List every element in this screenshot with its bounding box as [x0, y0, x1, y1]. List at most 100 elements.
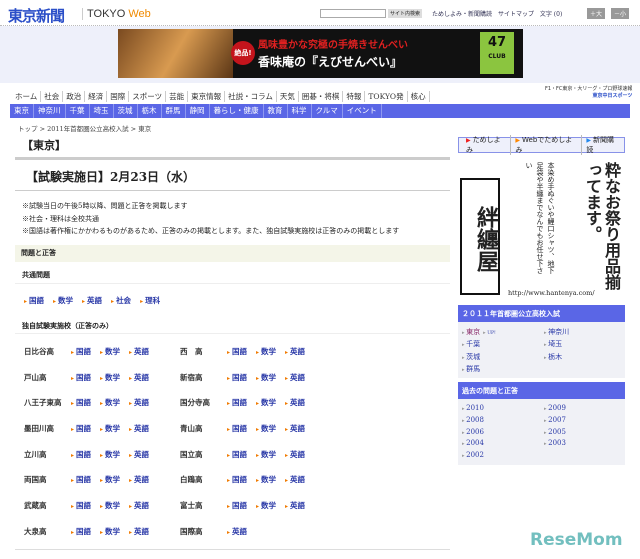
subject-link[interactable]: 英語 [285, 372, 305, 383]
nav-item[interactable]: 経済 [85, 91, 108, 102]
subject-link[interactable]: 英語 [129, 449, 149, 460]
subject-link[interactable]: 英語 [129, 346, 149, 357]
prefecture-link[interactable]: 埼玉 [544, 339, 624, 349]
subject-link[interactable]: 英語 [285, 449, 305, 460]
subject-link[interactable]: 数学 [100, 449, 120, 460]
subject-link[interactable]: 数学 [256, 423, 276, 434]
subject-link[interactable]: 数学 [100, 372, 120, 383]
subject-link[interactable]: 国語 [71, 474, 91, 485]
region-nav-item[interactable]: 群馬 [162, 104, 186, 118]
subject-link[interactable]: 英語 [82, 295, 102, 306]
nav-item[interactable]: 社会 [41, 91, 64, 102]
year-link[interactable]: 2002 [462, 451, 544, 461]
sitemap-link[interactable]: サイトマップ [498, 11, 534, 18]
subject-link[interactable]: 国語 [227, 449, 247, 460]
prefecture-link[interactable]: 群馬 [462, 364, 544, 374]
region-nav-item[interactable]: 茨城 [114, 104, 138, 118]
font-smaller-button[interactable]: －小 [611, 8, 630, 19]
subject-link[interactable]: 国語 [227, 423, 247, 434]
region-nav-item[interactable]: 教育 [264, 104, 288, 118]
subject-link[interactable]: 英語 [227, 526, 247, 537]
site-search-input[interactable] [320, 9, 386, 18]
prefecture-link[interactable]: 千葉 [462, 339, 544, 349]
nav-item[interactable]: 核心 [408, 91, 430, 102]
subject-link[interactable]: 英語 [285, 397, 305, 408]
subject-link[interactable]: 国語 [227, 500, 247, 511]
subject-link[interactable]: 国語 [227, 474, 247, 485]
hantenya-ad[interactable]: 絆纏屋 本染め手ぬぐいや鯉口シャツ、地下足袋や半纏までなんでもお任せ下さい 粋な… [458, 162, 625, 301]
nav-item[interactable]: TOKYO発 [365, 91, 408, 102]
region-nav-item[interactable]: イベント [343, 104, 382, 118]
region-nav-item[interactable]: 東京 [10, 104, 34, 118]
breadcrumb[interactable]: トップ > 2011年首都圏公立高校入試 > 東京 [18, 123, 151, 133]
subject-link[interactable]: 英語 [285, 423, 305, 434]
subject-link[interactable]: 英語 [129, 423, 149, 434]
year-link[interactable]: 2003 [544, 439, 624, 449]
prefecture-link[interactable]: 茨城 [462, 352, 544, 362]
nav-item[interactable]: 囲碁・将棋 [299, 91, 344, 102]
banner-ad[interactable]: 絶品! 風味豊かな究極の手焼きせんべい 香味庵の『えびせんべい』 47 CLUB [118, 29, 523, 78]
region-nav-item[interactable]: 千葉 [66, 104, 90, 118]
subject-link[interactable]: 社会 [111, 295, 131, 306]
year-link[interactable]: 2008 [462, 416, 544, 426]
nav-item[interactable]: 社説・コラム [225, 91, 277, 102]
subject-link[interactable]: 数学 [100, 423, 120, 434]
subject-link[interactable]: 数学 [256, 346, 276, 357]
tokyo-shimbun-logo[interactable]: 東京新聞 [8, 5, 65, 26]
tokyo-web-logo[interactable]: TOKYO Web [82, 8, 151, 20]
subject-link[interactable]: 数学 [100, 474, 120, 485]
subject-link[interactable]: 数学 [100, 397, 120, 408]
subject-link[interactable]: 国語 [71, 397, 91, 408]
subject-link[interactable]: 国語 [71, 526, 91, 537]
web-trial-button[interactable]: ▶ Webでためしよみ [511, 135, 583, 155]
subject-link[interactable]: 英語 [129, 500, 149, 511]
nav-item[interactable]: スポーツ [129, 91, 167, 102]
subject-link[interactable]: 数学 [100, 526, 120, 537]
subject-link[interactable]: 数学 [256, 372, 276, 383]
year-link[interactable]: 2009 [544, 404, 624, 414]
subject-link[interactable]: 理科 [140, 295, 160, 306]
region-nav-item[interactable]: 神奈川 [34, 104, 66, 118]
site-search-button[interactable]: サイト内検索 [388, 9, 423, 18]
subject-link[interactable]: 英語 [129, 372, 149, 383]
prefecture-link[interactable]: 東京 [462, 328, 480, 336]
year-link[interactable]: 2007 [544, 416, 624, 426]
subject-link[interactable]: 数学 [53, 295, 73, 306]
year-link[interactable]: 2006 [462, 428, 544, 438]
subject-link[interactable]: 国語 [71, 372, 91, 383]
nav-item[interactable]: ホーム [12, 91, 42, 102]
nav-item[interactable]: 芸能 [166, 91, 189, 102]
subject-link[interactable]: 数学 [256, 474, 276, 485]
subject-link[interactable]: 国語 [227, 346, 247, 357]
region-nav-item[interactable]: 静岡 [186, 104, 210, 118]
subject-link[interactable]: 英語 [129, 526, 149, 537]
subject-link[interactable]: 英語 [285, 346, 305, 357]
subject-link[interactable]: 国語 [71, 449, 91, 460]
trial-button[interactable]: ▶ ためしよみ [462, 135, 512, 155]
prefecture-link[interactable]: 栃木 [544, 352, 624, 362]
nav-item[interactable]: 特報 [343, 91, 366, 102]
subject-link[interactable]: 数学 [256, 500, 276, 511]
region-nav-item[interactable]: 埼玉 [90, 104, 114, 118]
nav-item[interactable]: 政治 [63, 91, 86, 102]
subject-link[interactable]: 国語 [24, 295, 44, 306]
trial-subscribe-link[interactable]: ためしよみ・新聞購読 [432, 11, 492, 18]
subject-link[interactable]: 英語 [285, 500, 305, 511]
subject-link[interactable]: 英語 [129, 474, 149, 485]
subject-link[interactable]: 国語 [71, 500, 91, 511]
nav-item[interactable]: 国際 [107, 91, 130, 102]
prefecture-link[interactable]: 神奈川 [544, 327, 624, 337]
region-nav-item[interactable]: 暮らし・健康 [210, 104, 264, 118]
region-nav-item[interactable]: クルマ [312, 104, 343, 118]
subject-link[interactable]: 国語 [227, 397, 247, 408]
year-link[interactable]: 2005 [544, 428, 624, 438]
year-link[interactable]: 2004 [462, 439, 544, 449]
nav-item[interactable]: 天気 [277, 91, 299, 102]
subject-link[interactable]: 英語 [129, 397, 149, 408]
font-larger-button[interactable]: ＋大 [587, 8, 606, 19]
nav-item[interactable]: 東京情報 [188, 91, 226, 102]
subject-link[interactable]: 数学 [100, 346, 120, 357]
subject-link[interactable]: 数学 [256, 449, 276, 460]
subject-link[interactable]: 国語 [71, 346, 91, 357]
subject-link[interactable]: 数学 [100, 500, 120, 511]
